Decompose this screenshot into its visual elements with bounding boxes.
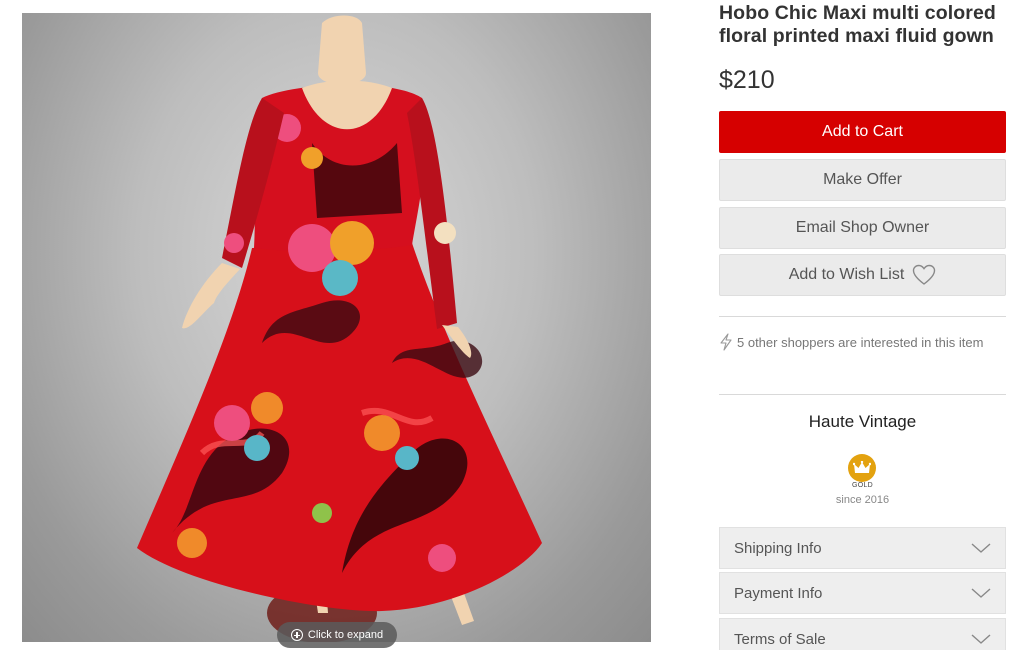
shopper-interest-notice: 5 other shoppers are interested in this … [719, 333, 1004, 352]
shop-name-link[interactable]: Haute Vintage [719, 412, 1006, 432]
payment-info-accordion[interactable]: Payment Info [719, 572, 1006, 614]
add-to-cart-button[interactable]: Add to Cart [719, 111, 1006, 153]
shopper-interest-text: 5 other shoppers are interested in this … [737, 335, 984, 350]
badge-tier-label: GOLD [851, 482, 874, 489]
click-to-expand-button[interactable]: Click to expand [277, 622, 397, 648]
divider [719, 394, 1006, 395]
product-image[interactable] [22, 13, 651, 642]
product-price: $210 [719, 66, 775, 94]
shipping-info-accordion[interactable]: Shipping Info [719, 527, 1006, 569]
add-to-cart-label: Add to Cart [822, 123, 903, 140]
product-title: Hobo Chic Maxi multi colored floral prin… [719, 2, 996, 47]
heart-outline-icon [913, 264, 936, 285]
dress-illustration [137, 15, 542, 642]
chevron-down-icon [971, 634, 991, 644]
email-shop-owner-button[interactable]: Email Shop Owner [719, 207, 1006, 249]
wish-list-label: Add to Wish List [788, 266, 905, 283]
lightning-icon [720, 333, 732, 351]
shop-since: since 2016 [835, 494, 890, 506]
add-to-wish-list-button[interactable]: Add to Wish List [719, 254, 1006, 296]
crown-icon [853, 461, 871, 473]
chevron-down-icon [971, 588, 991, 598]
make-offer-label: Make Offer [823, 171, 902, 188]
terms-of-sale-accordion[interactable]: Terms of Sale [719, 618, 1006, 650]
chevron-down-icon [971, 543, 991, 553]
make-offer-button[interactable]: Make Offer [719, 159, 1006, 201]
expand-label: Click to expand [307, 629, 384, 641]
shipping-info-label: Shipping Info [734, 539, 822, 557]
gold-badge [848, 454, 876, 482]
email-shop-owner-label: Email Shop Owner [795, 219, 930, 236]
plus-circle-icon [290, 629, 303, 641]
terms-of-sale-label: Terms of Sale [734, 630, 826, 648]
payment-info-label: Payment Info [734, 584, 823, 602]
divider [719, 316, 1006, 317]
